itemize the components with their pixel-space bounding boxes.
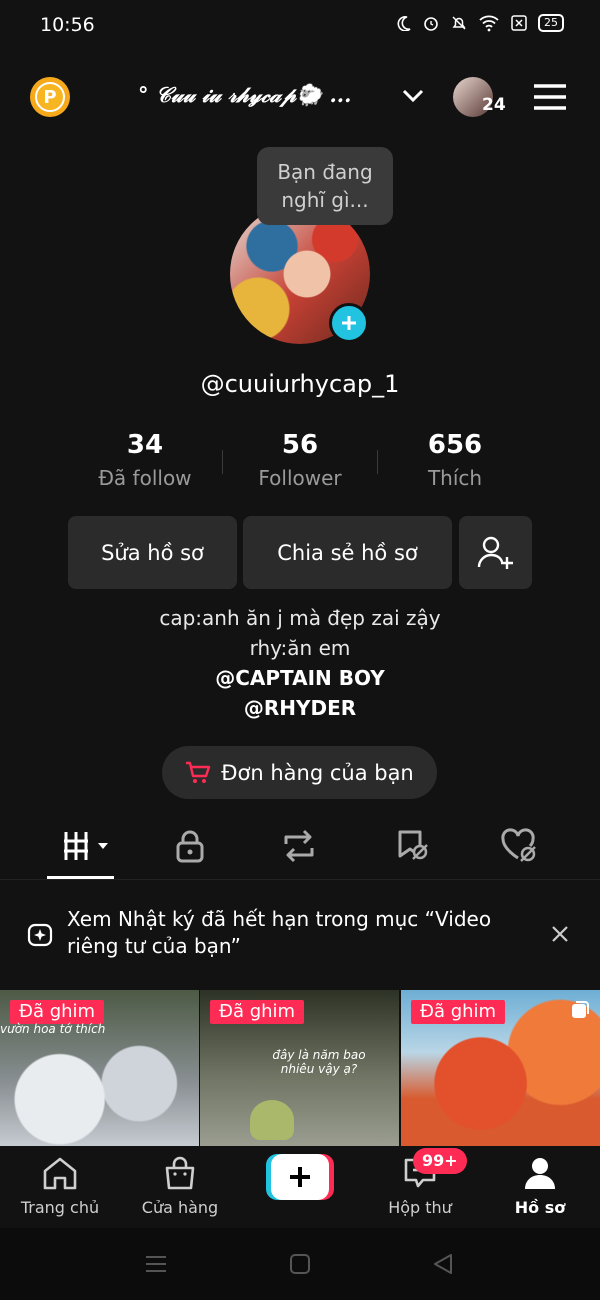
stat-divider — [222, 450, 223, 474]
banner-text: Xem Nhật ký đã hết hạn trong mục “Video … — [67, 907, 492, 958]
bio-mention[interactable]: @RHYDER — [0, 696, 600, 720]
stat-likes[interactable]: 656 Thích — [380, 430, 530, 490]
bio-mention[interactable]: @CAPTAIN BOY — [0, 666, 600, 690]
stat-label: Follower — [258, 466, 342, 490]
sparkle-box-icon — [27, 923, 53, 947]
bubble-line: nghĩ gì... — [281, 188, 369, 212]
nav-label: Cửa hàng — [141, 1198, 219, 1217]
add-avatar-button[interactable] — [329, 303, 369, 343]
video-caption: vườn hoa tớ thích — [0, 1022, 106, 1036]
add-user-icon — [477, 536, 513, 569]
stat-value: 34 — [126, 430, 164, 460]
chevron-down-icon[interactable] — [400, 86, 426, 106]
stat-value: 656 — [427, 430, 483, 460]
battery-icon: 25 — [538, 14, 564, 32]
stat-label: Thích — [427, 466, 483, 490]
bookmark-hidden-icon[interactable] — [394, 828, 430, 864]
inbox-badge: 99+ — [413, 1148, 467, 1174]
video-thumbnail[interactable]: Đã ghim vườn hoa tớ thích — [0, 990, 199, 1146]
stat-divider — [377, 450, 378, 474]
share-profile-button[interactable]: Chia sẻ hồ sơ — [243, 516, 452, 589]
nav-profile[interactable]: Hồ sơ — [480, 1156, 600, 1217]
pinned-badge: Đã ghim — [10, 1000, 105, 1024]
pinned-badge: Đã ghim — [411, 1000, 506, 1024]
cart-icon — [186, 761, 211, 783]
account-name[interactable]: ° 𝒞𝓊𝓊 𝒾𝓊 𝓇𝒽𝓎𝒸𝒶𝓅🐑 ... — [138, 82, 351, 108]
stat-following[interactable]: 34 Đã follow — [70, 430, 220, 490]
bubble-line: Bạn đang — [277, 160, 373, 184]
home-square-icon[interactable] — [289, 1253, 311, 1275]
nav-home[interactable]: Trang chủ — [0, 1156, 120, 1217]
nav-label: Trang chủ — [20, 1198, 100, 1217]
profile-icon — [525, 1158, 555, 1189]
moon-icon — [397, 16, 411, 31]
sim-off-icon — [511, 15, 527, 31]
bio-line: cap:anh ăn j mà đẹp zai zậy — [159, 606, 441, 630]
alarm-icon — [424, 17, 438, 31]
create-button[interactable] — [266, 1154, 334, 1200]
pinned-badge: Đã ghim — [210, 1000, 305, 1024]
bio-line: rhy:ăn em — [249, 636, 351, 660]
video-thumbnail[interactable]: Đã ghim — [401, 990, 600, 1146]
profile-handle: @cuuiurhycap_1 — [200, 370, 400, 398]
coins-button[interactable]: P — [30, 77, 70, 117]
edit-profile-button[interactable]: Sửa hồ sơ — [68, 516, 237, 589]
shopping-bag-icon — [165, 1156, 195, 1190]
liked-hidden-icon[interactable] — [500, 828, 538, 864]
status-bubble[interactable]: Bạn đang nghĩ gì... — [257, 147, 393, 225]
multi-photo-icon — [572, 1001, 589, 1018]
video-caption: đây là năm bao nhiêu vậy ạ? — [272, 1048, 366, 1076]
repost-icon[interactable] — [280, 828, 318, 864]
add-friend-button[interactable] — [459, 516, 532, 589]
stat-followers[interactable]: 56 Follower — [225, 430, 375, 490]
nav-label: Hồ sơ — [514, 1198, 566, 1217]
menu-icon[interactable] — [533, 83, 567, 111]
home-icon — [43, 1157, 77, 1190]
stat-label: Đã follow — [98, 466, 192, 490]
coin-icon: P — [35, 82, 65, 112]
orders-button[interactable]: Đơn hàng của bạn — [162, 746, 437, 799]
bell-off-icon — [452, 16, 466, 30]
back-icon[interactable] — [432, 1253, 454, 1275]
nav-label: Hộp thư — [388, 1198, 452, 1217]
status-icons: 25 — [396, 14, 564, 32]
status-time: 10:56 — [40, 14, 95, 36]
orders-label: Đơn hàng của bạn — [221, 760, 414, 785]
video-thumbnail[interactable]: Đã ghim đây là năm bao nhiêu vậy ạ? — [200, 990, 399, 1146]
lock-icon[interactable] — [172, 828, 208, 864]
recents-icon[interactable] — [145, 1254, 167, 1274]
grid-videos-icon[interactable] — [62, 828, 112, 864]
plus-icon — [342, 316, 356, 330]
friends-count: 24 — [482, 95, 506, 115]
close-icon[interactable] — [551, 925, 569, 943]
thumbnail-figure — [250, 1100, 294, 1140]
stat-value: 56 — [281, 430, 319, 460]
wifi-icon — [479, 15, 499, 32]
nav-shop[interactable]: Cửa hàng — [120, 1156, 240, 1217]
